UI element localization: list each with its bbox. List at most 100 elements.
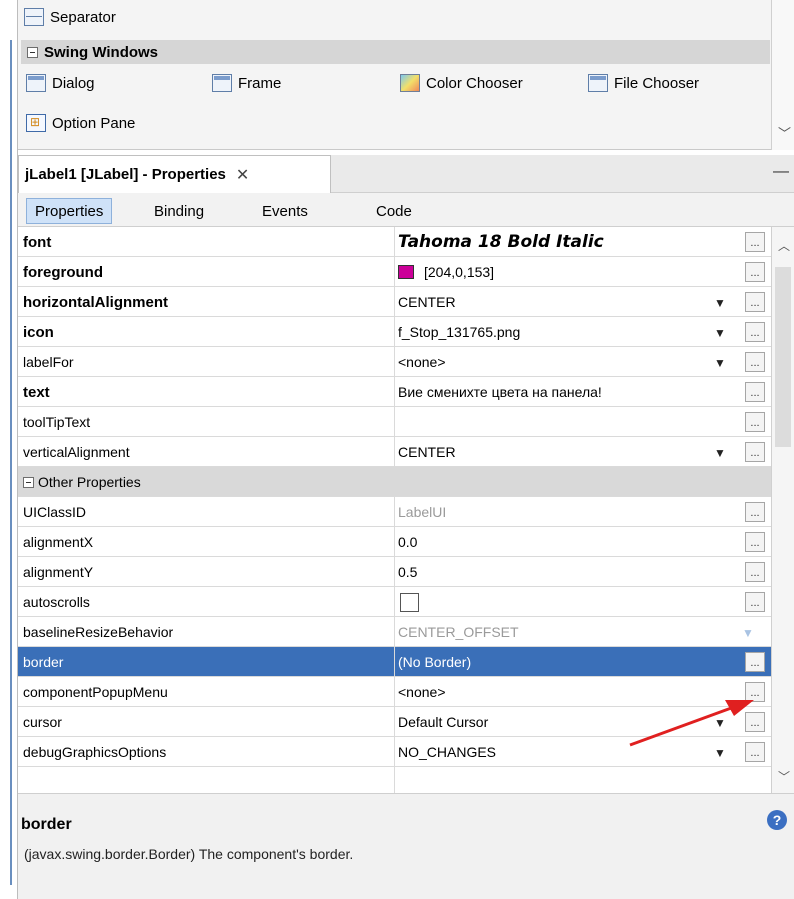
ellipsis-button[interactable]: ... [745,352,765,372]
ellipsis-button[interactable]: ... [745,232,765,252]
property-value[interactable]: f_Stop_131765.png [398,317,738,347]
dropdown-arrow-icon[interactable]: ▼ [714,356,726,370]
property-row-cursor[interactable]: cursor Default Cursor ▼ ... [18,707,771,737]
property-name: cursor [23,714,62,730]
property-row-vertical-alignment[interactable]: verticalAlignment CENTER ▼ ... [18,437,771,467]
property-name: border [23,654,64,670]
dropdown-arrow-icon[interactable]: ▼ [714,446,726,460]
property-sheet: font Tahoma 18 Bold Italic ... foregroun… [18,227,771,793]
dropdown-arrow-icon[interactable]: ▼ [714,326,726,340]
ellipsis-button[interactable]: ... [745,682,765,702]
description-title: border [21,816,72,833]
dropdown-arrow-icon[interactable]: ▼ [714,716,726,730]
palette-scrollbar[interactable]: ﹀ [771,0,794,150]
ellipsis-button[interactable]: ... [745,382,765,402]
palette-item-separator[interactable]: Separator [24,8,116,26]
property-name: baselineResizeBehavior [23,624,174,640]
property-row-ui-class-id[interactable]: UIClassID LabelUI ... [18,497,771,527]
scrollbar-thumb[interactable] [775,267,791,447]
ellipsis-button[interactable]: ... [745,502,765,522]
property-value[interactable]: CENTER [398,437,738,467]
dropdown-arrow-icon[interactable]: ▼ [714,296,726,310]
chevron-down-icon[interactable]: ﹀ [778,123,791,142]
chevron-down-icon[interactable]: ﹀ [778,768,790,785]
ellipsis-button[interactable]: ... [745,562,765,582]
ellipsis-button[interactable]: ... [745,262,765,282]
property-value: [204,0,153] [424,264,495,280]
property-row-alignment-x[interactable]: alignmentX 0.0 ... [18,527,771,557]
property-name: toolTipText [23,414,91,430]
palette-item-label: Dialog [52,74,95,92]
property-row-component-popup-menu[interactable]: componentPopupMenu <none> ... [18,677,771,707]
property-row-font[interactable]: font Tahoma 18 Bold Italic ... [18,227,771,257]
property-value[interactable]: CENTER [398,287,738,317]
palette-item-dialog[interactable]: Dialog [26,74,95,92]
ellipsis-button-border[interactable]: ... [745,652,765,672]
property-value[interactable]: <none> [398,347,738,377]
property-row-autoscrolls[interactable]: autoscrolls ... [18,587,771,617]
property-name: horizontalAlignment [23,293,168,311]
property-row-border[interactable]: border (No Border) ... [18,647,771,677]
property-value[interactable] [398,407,738,437]
property-value[interactable]: (No Border) [398,647,738,677]
autoscrolls-checkbox[interactable] [400,592,419,612]
property-row-label-for[interactable]: labelFor <none> ▼ ... [18,347,771,377]
palette-item-label: Option Pane [52,114,136,132]
tab-properties[interactable]: Properties [26,198,113,224]
chevron-up-icon[interactable]: ︿ [778,237,790,254]
collapse-icon[interactable] [23,476,34,488]
palette-category-swing-windows[interactable]: Swing Windows [21,40,770,64]
palette-item-label: Separator [50,8,116,26]
color-chooser-icon [400,74,420,92]
properties-window-tab[interactable]: jLabel1 [JLabel] - Properties ✕ [18,155,331,193]
properties-subtabs: Properties Binding Events Code [18,193,794,227]
group-header: Other Properties [21,467,394,497]
palette-item-file-chooser[interactable]: File Chooser [588,74,699,92]
property-value[interactable]: Default Cursor [398,707,738,737]
property-row-text[interactable]: text Вие сменихте цвета на панела! ... [18,377,771,407]
property-value[interactable]: 0.5 [398,557,738,587]
property-value[interactable]: 0.0 [398,527,738,557]
property-name: text [23,383,50,401]
ellipsis-button[interactable]: ... [745,412,765,432]
ellipsis-button[interactable]: ... [745,742,765,762]
description-text: (javax.swing.border.Border) The componen… [24,846,354,862]
dropdown-arrow-icon[interactable]: ▼ [714,746,726,760]
property-row-tooltip-text[interactable]: toolTipText ... [18,407,771,437]
property-value: LabelUI [398,504,447,520]
help-icon[interactable]: ? [767,810,787,830]
frame-icon [212,74,232,92]
close-icon[interactable]: ✕ [236,165,249,185]
property-group-other[interactable]: Other Properties [18,467,771,497]
property-name: UIClassID [23,504,87,520]
property-value-container[interactable]: [204,0,153] [398,257,738,287]
property-row-foreground[interactable]: foreground [204,0,153] ... [18,257,771,287]
palette-item-option-pane[interactable]: Option Pane [26,114,135,132]
collapse-icon[interactable] [27,46,38,58]
palette-item-frame[interactable]: Frame [212,74,281,92]
property-row-horizontal-alignment[interactable]: horizontalAlignment CENTER ▼ ... [18,287,771,317]
property-sheet-scrollbar[interactable]: ︿ ﹀ [771,227,794,793]
ellipsis-button[interactable]: ... [745,712,765,732]
tab-code[interactable]: Code [368,198,420,224]
property-value[interactable]: Tahoma 18 Bold Italic [398,227,738,257]
property-name: foreground [23,263,103,281]
property-row-debug-graphics-options[interactable]: debugGraphicsOptions NO_CHANGES ▼ ... [18,737,771,767]
minimize-icon[interactable]: — [773,163,789,181]
ellipsis-button[interactable]: ... [745,592,765,612]
property-value[interactable]: NO_CHANGES [398,737,738,767]
property-row-baseline-resize-behavior[interactable]: baselineResizeBehavior CENTER_OFFSET ▼ [18,617,771,647]
ellipsis-button[interactable]: ... [745,322,765,342]
tab-events[interactable]: Events [254,198,316,224]
property-value-container [398,587,738,617]
property-value[interactable]: <none> [398,677,738,707]
property-value[interactable]: Вие сменихте цвета на панела! [398,377,738,407]
ellipsis-button[interactable]: ... [745,292,765,312]
dialog-icon [26,74,46,92]
ellipsis-button[interactable]: ... [745,532,765,552]
property-row-alignment-y[interactable]: alignmentY 0.5 ... [18,557,771,587]
property-row-icon[interactable]: icon f_Stop_131765.png ▼ ... [18,317,771,347]
palette-item-color-chooser[interactable]: Color Chooser [400,74,523,92]
tab-binding[interactable]: Binding [146,198,212,224]
ellipsis-button[interactable]: ... [745,442,765,462]
